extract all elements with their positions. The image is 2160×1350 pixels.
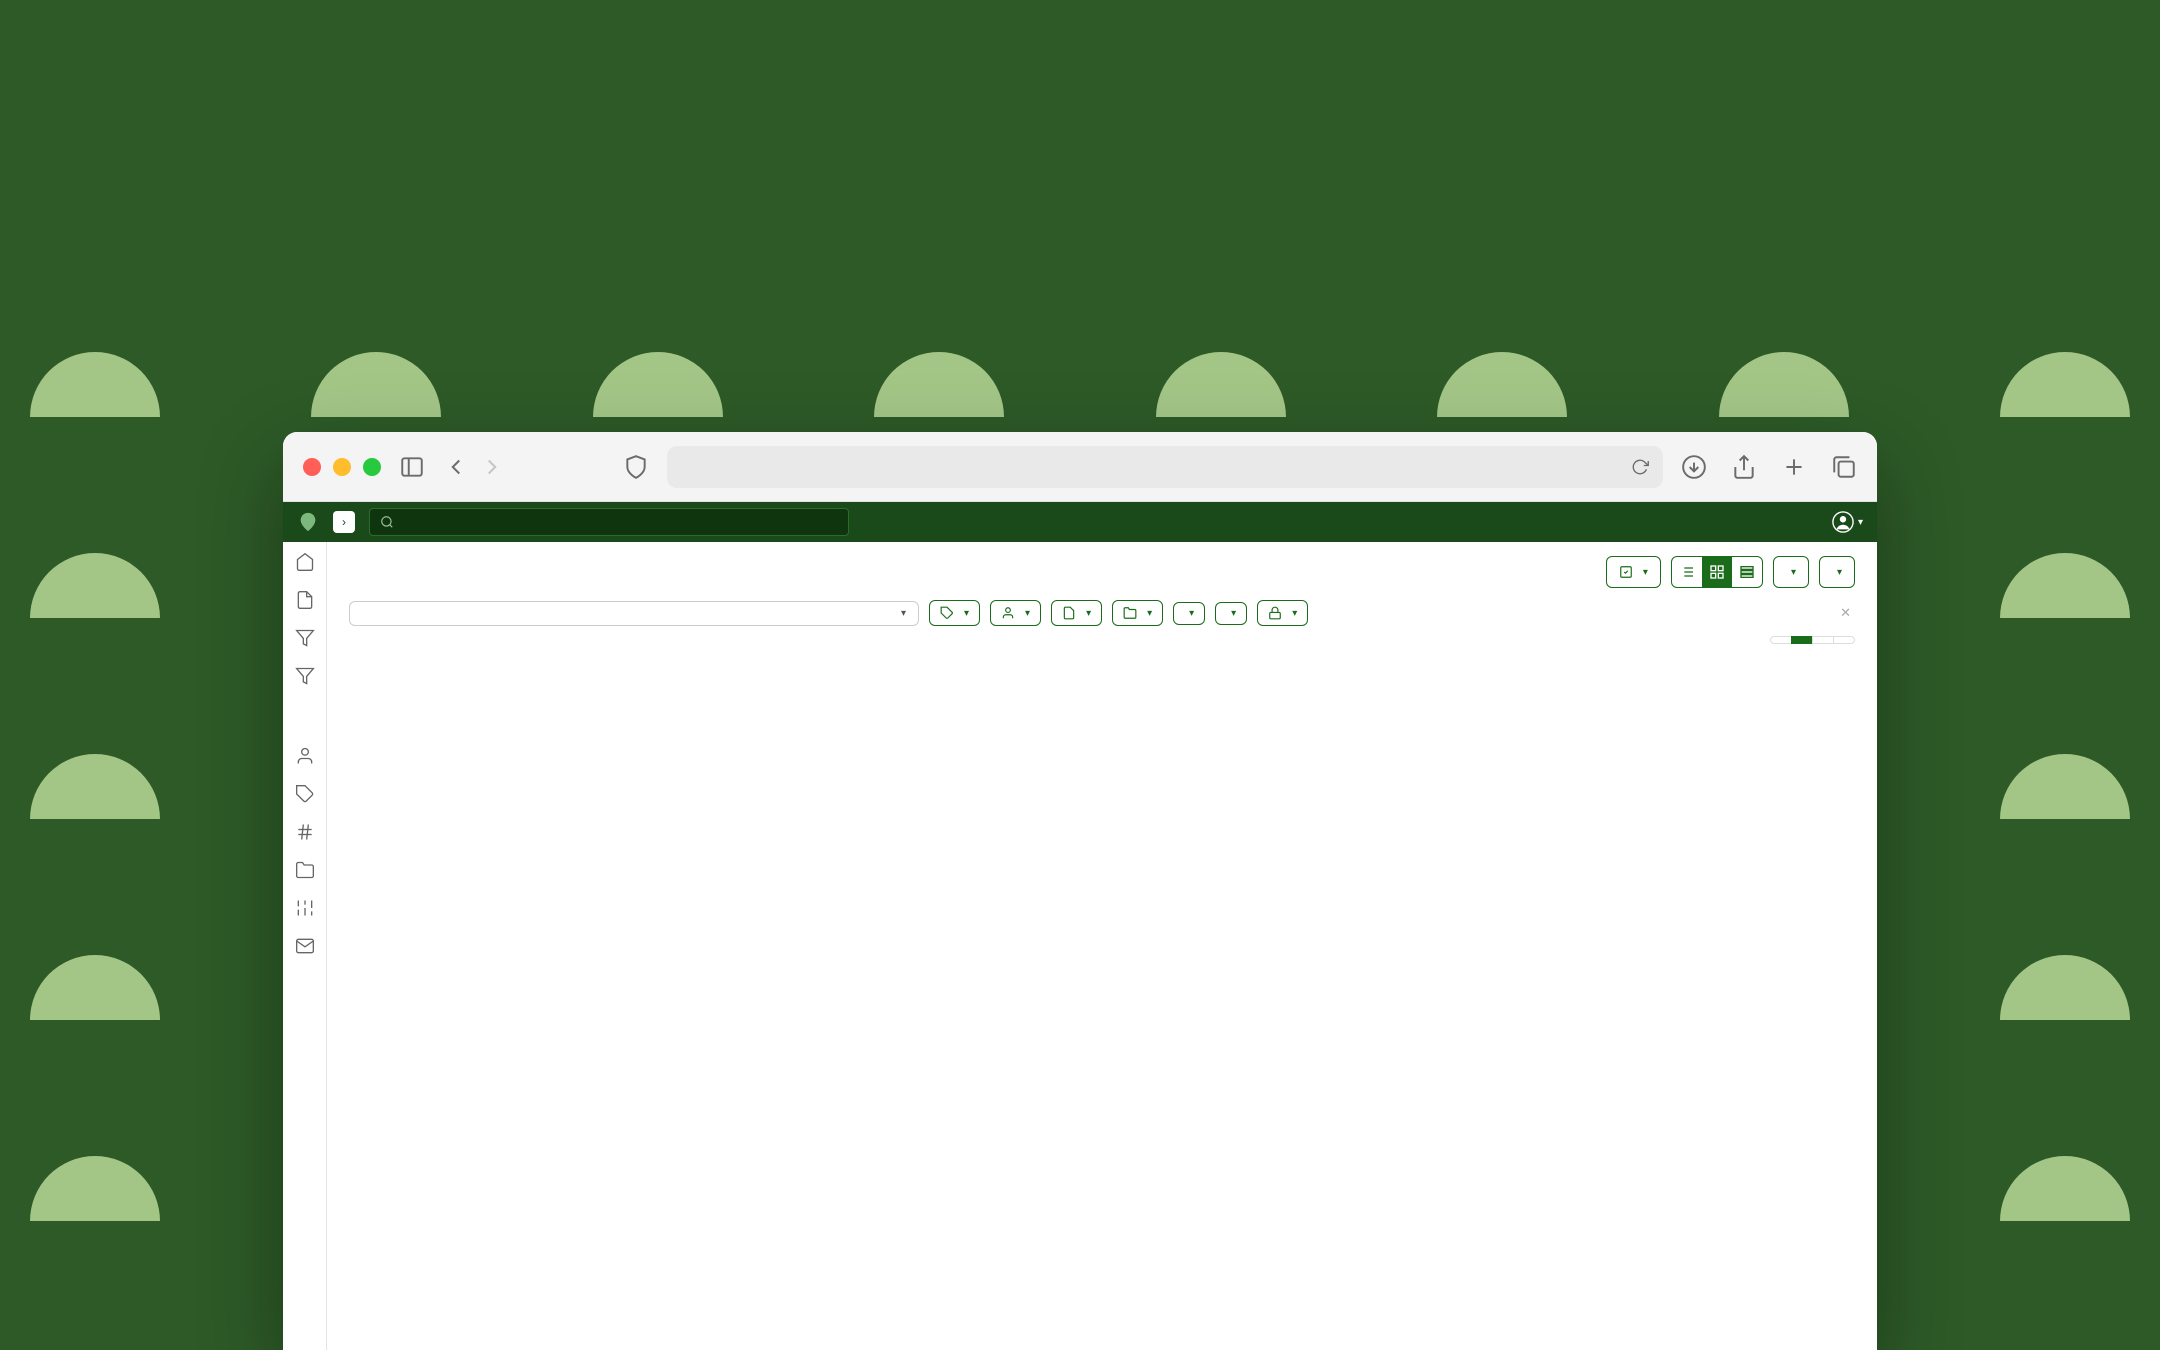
- paperless-logo-icon: [297, 511, 319, 533]
- select-button[interactable]: ▾: [1606, 556, 1661, 588]
- list-view-button[interactable]: [1672, 557, 1702, 587]
- traffic-lights: [303, 458, 381, 476]
- app-header: › ▾: [283, 502, 1877, 542]
- tabs-overview-icon[interactable]: [1831, 454, 1857, 480]
- view-toggle: [1671, 556, 1763, 588]
- pager-1[interactable]: [1791, 636, 1813, 644]
- main-content: ▾ ▾ ▾ ▾ ▾ ▾ ▾ ▾ ▾ ▾ ▾: [327, 542, 1877, 1350]
- share-icon[interactable]: [1731, 454, 1757, 480]
- user-icon: [1832, 511, 1854, 533]
- compact-view-button[interactable]: [1732, 557, 1762, 587]
- sidebar: [283, 542, 327, 1350]
- sort-button[interactable]: ▾: [1773, 556, 1809, 588]
- url-bar[interactable]: [667, 446, 1663, 488]
- funnel-alt-icon[interactable]: [295, 666, 315, 686]
- tags-filter[interactable]: ▾: [929, 600, 980, 626]
- browser-chrome: [283, 432, 1877, 502]
- back-icon[interactable]: [443, 454, 469, 480]
- minimize-window-icon[interactable]: [333, 458, 351, 476]
- user-menu[interactable]: ▾: [1832, 511, 1863, 533]
- close-window-icon[interactable]: [303, 458, 321, 476]
- search-input[interactable]: [369, 508, 849, 536]
- grid-view-button[interactable]: [1702, 557, 1732, 587]
- new-tab-icon[interactable]: [1781, 454, 1807, 480]
- browser-window: › ▾ ▾: [283, 432, 1877, 1350]
- permissions-filter[interactable]: ▾: [1257, 600, 1308, 626]
- added-filter[interactable]: ▾: [1215, 602, 1247, 625]
- forward-icon[interactable]: [479, 454, 505, 480]
- documents-icon[interactable]: [295, 590, 315, 610]
- reset-filters-button[interactable]: ✕: [1840, 605, 1855, 621]
- pager-prev[interactable]: [1770, 636, 1792, 644]
- sliders-icon[interactable]: [295, 898, 315, 918]
- filter-row: ▾ ▾ ▾ ▾ ▾ ▾ ▾ ▾ ✕: [349, 600, 1855, 626]
- shield-icon[interactable]: [623, 454, 649, 480]
- pager-next[interactable]: [1833, 636, 1855, 644]
- folder-icon[interactable]: [295, 860, 315, 880]
- hash-icon[interactable]: [295, 822, 315, 842]
- dashboard-icon[interactable]: [295, 552, 315, 572]
- pager-2[interactable]: [1812, 636, 1834, 644]
- search-icon: [380, 515, 394, 529]
- maximize-window-icon[interactable]: [363, 458, 381, 476]
- funnel-icon[interactable]: [295, 628, 315, 648]
- storage-filter[interactable]: ▾: [1112, 600, 1163, 626]
- tag-icon[interactable]: [295, 784, 315, 804]
- correspondent-filter[interactable]: ▾: [990, 600, 1041, 626]
- toggle-sidebar-button[interactable]: ›: [333, 511, 355, 533]
- download-icon[interactable]: [1681, 454, 1707, 480]
- views-button[interactable]: ▾: [1819, 556, 1855, 588]
- created-filter[interactable]: ▾: [1173, 602, 1205, 625]
- pager: [1771, 636, 1855, 644]
- mail-icon[interactable]: [295, 936, 315, 956]
- refresh-icon[interactable]: [1631, 458, 1649, 476]
- doctype-filter[interactable]: ▾: [1051, 600, 1102, 626]
- user-icon[interactable]: [295, 746, 315, 766]
- title-content-filter[interactable]: ▾: [349, 601, 919, 626]
- sidebar-toggle-icon[interactable]: [399, 454, 425, 480]
